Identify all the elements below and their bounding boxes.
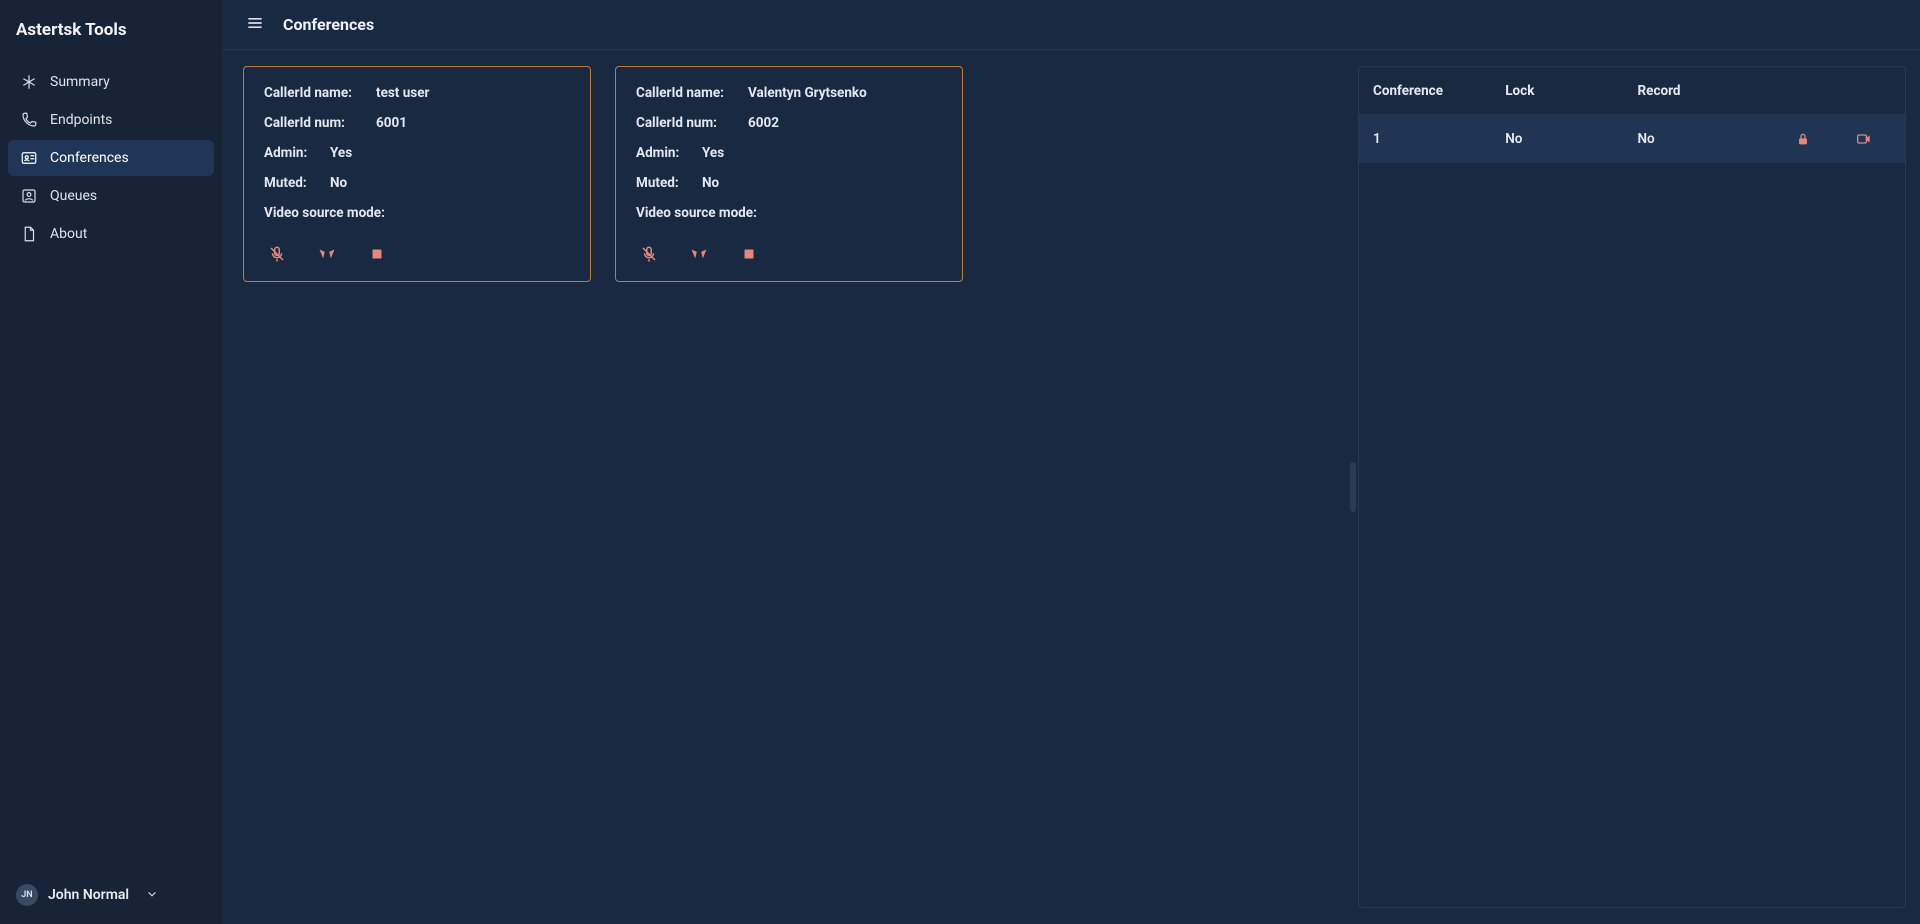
menu-toggle-button[interactable]: [245, 13, 265, 37]
user-name: John Normal: [48, 887, 129, 903]
topbar: Conferences: [223, 0, 1920, 50]
admin-value: Yes: [702, 145, 724, 161]
conferences-table: Conference Lock Record 1 No No: [1358, 66, 1906, 908]
label-muted: Muted:: [264, 175, 324, 191]
record-button[interactable]: [1836, 131, 1891, 147]
chevron-down-icon: [145, 886, 159, 905]
sidebar-item-label: Conferences: [50, 150, 129, 166]
participant-card: CallerId name: test user CallerId num: 600…: [243, 66, 591, 282]
table-header: Conference Lock Record: [1359, 67, 1905, 115]
participants-panel: CallerId name: test user CallerId num: 600…: [223, 50, 1358, 924]
muted-value: No: [330, 175, 347, 191]
sidebar-item-about[interactable]: About: [8, 216, 214, 252]
mute-button[interactable]: [268, 245, 286, 267]
cell-lock: No: [1505, 131, 1637, 147]
sidebar-nav: Summary Endpoints Conferences Queues: [0, 58, 222, 870]
admin-value: Yes: [330, 145, 352, 161]
app-title: Astertsk Tools: [0, 0, 222, 58]
video-button[interactable]: [318, 245, 336, 267]
callerid-num-value: 6002: [748, 115, 779, 131]
file-icon: [20, 225, 38, 243]
kick-button[interactable]: [368, 245, 386, 267]
label-callerid-name: CallerId name:: [636, 85, 742, 101]
label-video-mode: Video source mode:: [264, 205, 385, 221]
user-menu[interactable]: JN John Normal: [0, 870, 222, 924]
conferences-table-panel: Conference Lock Record 1 No No: [1358, 50, 1920, 924]
cell-conference: 1: [1373, 131, 1505, 147]
col-lock: Lock: [1505, 83, 1637, 99]
muted-value: No: [702, 175, 719, 191]
cell-record: No: [1638, 131, 1770, 147]
phone-icon: [20, 111, 38, 129]
label-admin: Admin:: [264, 145, 324, 161]
sidebar-item-label: Endpoints: [50, 112, 112, 128]
label-muted: Muted:: [636, 175, 696, 191]
video-button[interactable]: [690, 245, 708, 267]
kick-button[interactable]: [740, 245, 758, 267]
mute-button[interactable]: [640, 245, 658, 267]
lock-button[interactable]: [1770, 131, 1836, 147]
main: Conferences CallerId name: test user Call…: [223, 0, 1920, 924]
avatar: JN: [16, 884, 38, 906]
id-card-icon: [20, 149, 38, 167]
sidebar-item-label: Summary: [50, 74, 110, 90]
callerid-num-value: 6001: [376, 115, 407, 131]
col-record: Record: [1638, 83, 1770, 99]
sidebar-item-endpoints[interactable]: Endpoints: [8, 102, 214, 138]
col-conference: Conference: [1373, 83, 1505, 99]
label-callerid-num: CallerId num:: [264, 115, 370, 131]
participant-card: CallerId name: Valentyn Grytsenko CallerI…: [615, 66, 963, 282]
label-callerid-num: CallerId num:: [636, 115, 742, 131]
label-admin: Admin:: [636, 145, 696, 161]
table-row[interactable]: 1 No No: [1359, 115, 1905, 163]
sidebar-item-queues[interactable]: Queues: [8, 178, 214, 214]
user-square-icon: [20, 187, 38, 205]
sidebar-item-conferences[interactable]: Conferences: [8, 140, 214, 176]
label-callerid-name: CallerId name:: [264, 85, 370, 101]
asterisk-icon: [20, 73, 38, 91]
page-title: Conferences: [283, 15, 374, 34]
sidebar-item-label: About: [50, 226, 87, 242]
sidebar-item-label: Queues: [50, 188, 97, 204]
sidebar-item-summary[interactable]: Summary: [8, 64, 214, 100]
callerid-name-value: test user: [376, 85, 429, 101]
label-video-mode: Video source mode:: [636, 205, 757, 221]
callerid-name-value: Valentyn Grytsenko: [748, 85, 867, 101]
sidebar: Astertsk Tools Summary Endpoints Confere…: [0, 0, 223, 924]
